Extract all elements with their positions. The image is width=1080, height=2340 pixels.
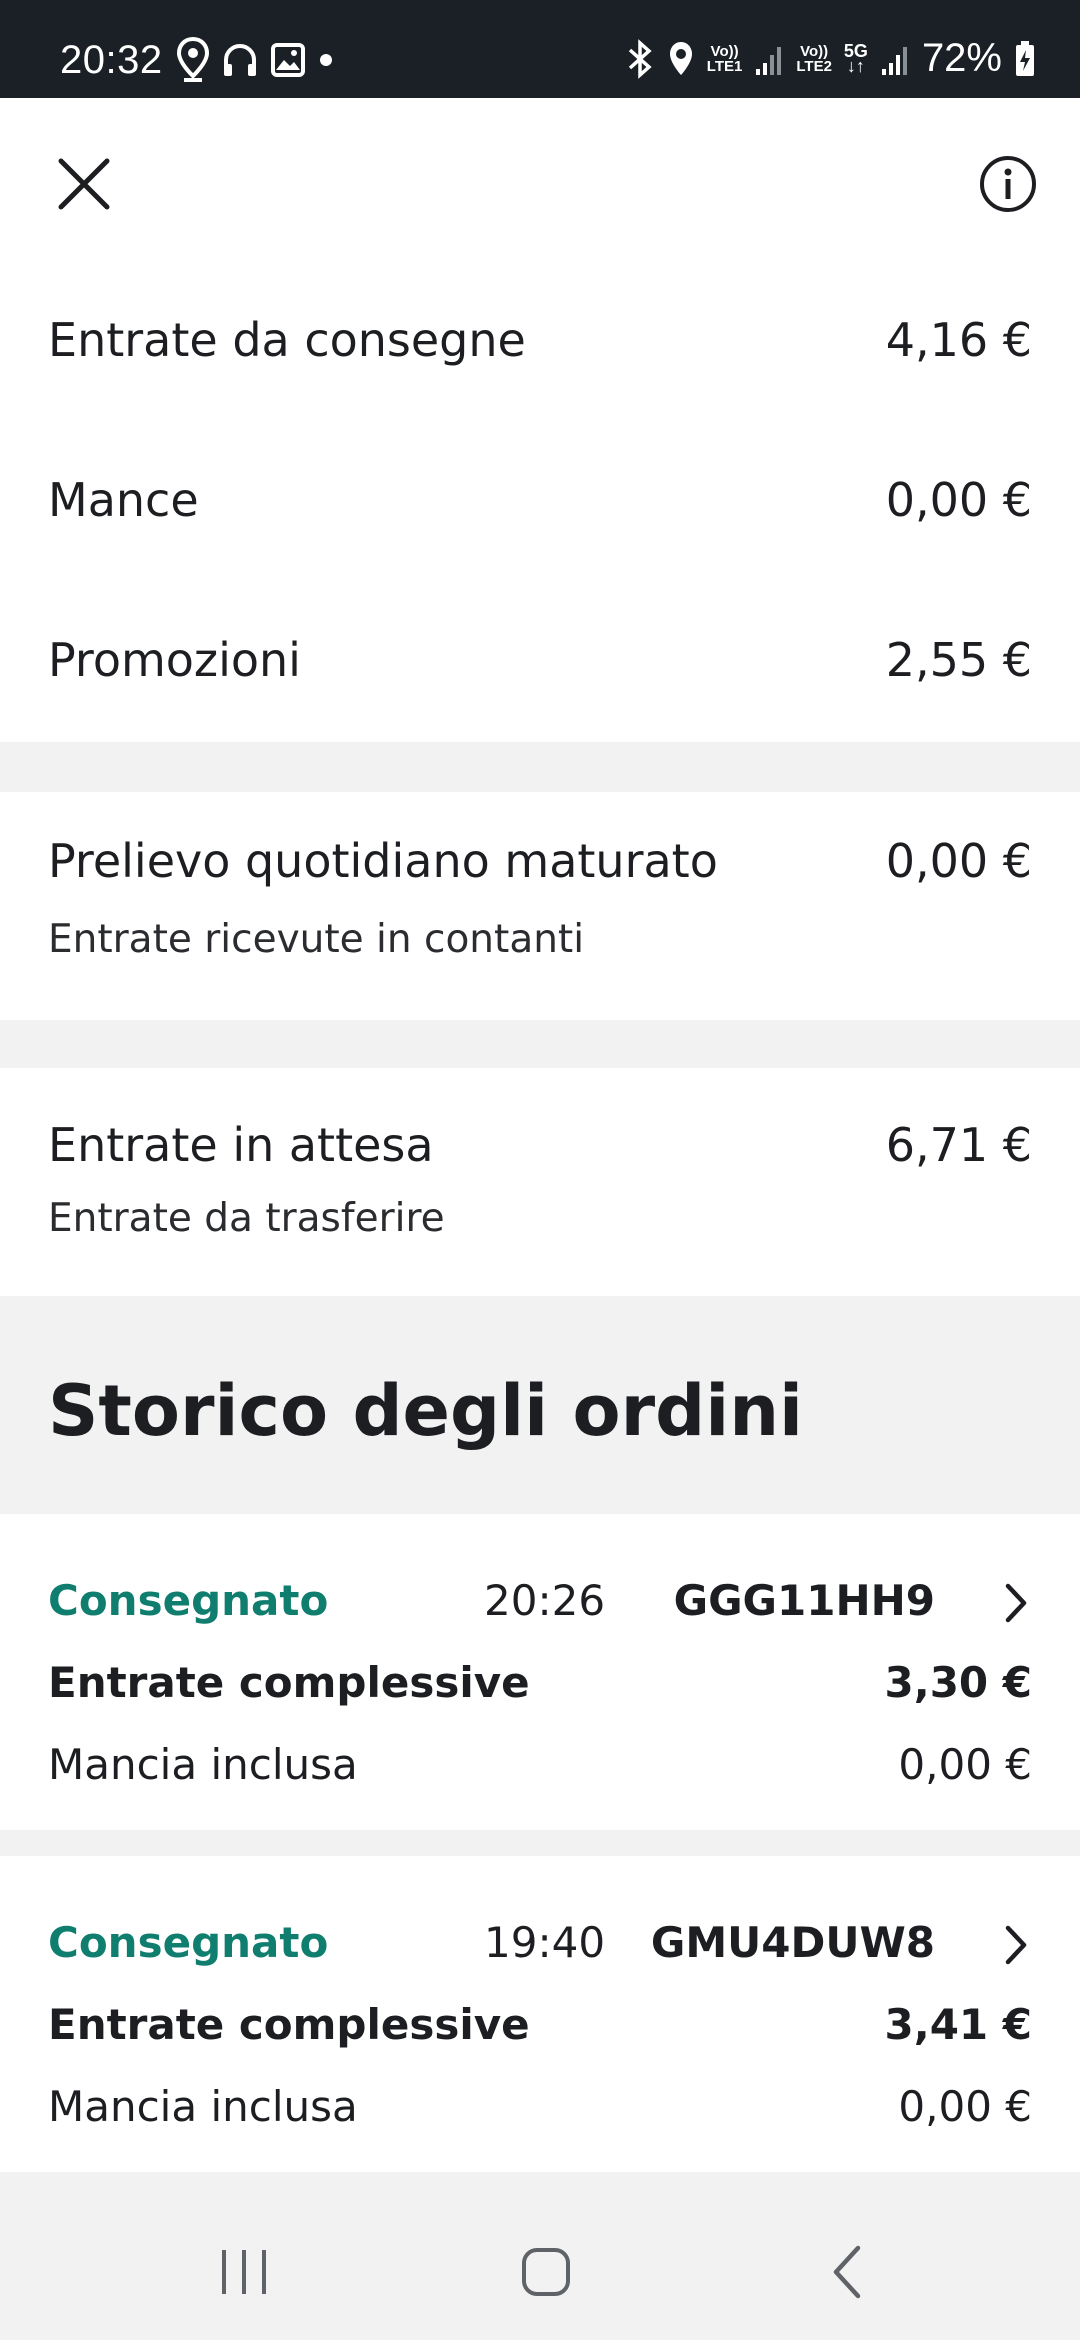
sim2-label: Vo)) LTE2 [796,42,832,75]
pending-earnings-card: Entrate in attesa 6,71 € Entrate da tras… [0,1068,1080,1296]
order-status: Consegnato [48,1576,329,1625]
order-total-label: Entrate complessive [48,1658,530,1707]
order-total-value: 3,41 € [884,2000,1032,2049]
order-time: 19:40 [484,1918,606,1967]
pending-earnings-label: Entrate in attesa [48,1118,434,1172]
home-button[interactable] [506,2232,586,2312]
header [0,98,1080,268]
chevron-right-icon [1005,1925,1027,1965]
pending-earnings-subtitle: Entrate da trasferire [48,1196,445,1241]
info-icon [980,156,1036,212]
summary-row-deliveries: Entrate da consegne 4,16 € [48,313,1032,367]
recent-apps-icon [222,2250,266,2294]
bluetooth-icon [628,38,652,79]
info-button[interactable] [970,146,1046,222]
location-icon [669,41,692,75]
home-icon [522,2248,570,2296]
close-icon [58,158,110,210]
status-bar: 20:32 Vo)) LTE1 Vo)) LTE2 5G ↓↑ 72% [0,0,1080,98]
recent-apps-button[interactable] [204,2232,284,2312]
chevron-right-icon [1005,1583,1027,1623]
battery-charging-icon [1016,40,1034,76]
order-tip-value: 0,00 € [898,2082,1032,2131]
signal-icon [881,46,907,75]
summary-label: Mance [48,473,199,527]
daily-withdrawal-card: Prelievo quotidiano maturato 0,00 € Entr… [0,792,1080,1020]
network-label: 5G ↓↑ [843,40,868,76]
order-history-title: Storico degli ordini [48,1370,804,1452]
headphones-icon [224,44,256,76]
back-button[interactable] [808,2232,888,2312]
order-code: GGG11HH9 [673,1576,935,1625]
summary-value: 2,55 € [885,633,1032,687]
system-navigation-bar [0,2196,1080,2340]
order-total-value: 3,30 € [884,1658,1032,1707]
order-card[interactable]: Consegnato 20:26 GGG11HH9 Entrate comple… [0,1514,1080,1830]
summary-label: Promozioni [48,633,301,687]
location-pin-icon [176,36,210,82]
sim1-label: Vo)) LTE1 [706,42,743,75]
order-tip-label: Mancia inclusa [48,2082,358,2131]
signal-icon [756,46,782,75]
order-total-label: Entrate complessive [48,2000,530,2049]
order-time: 20:26 [484,1576,606,1625]
summary-row-tips: Mance 0,00 € [48,473,1032,527]
order-tip-label: Mancia inclusa [48,1740,358,1789]
status-time: 20:32 [60,38,163,82]
order-card[interactable]: Consegnato 19:40 GMU4DUW8 Entrate comple… [0,1856,1080,2172]
summary-row-promotions: Promozioni 2,55 € [48,633,1032,687]
back-icon [833,2245,861,2299]
daily-withdrawal-value: 0,00 € [885,834,1032,888]
close-button[interactable] [46,146,122,222]
battery-percent: 72% [921,36,1002,80]
summary-value: 4,16 € [885,313,1032,367]
gallery-icon [271,43,305,77]
summary-value: 0,00 € [885,473,1032,527]
order-code: GMU4DUW8 [650,1918,935,1967]
daily-withdrawal-subtitle: Entrate ricevute in contanti [48,917,585,962]
daily-withdrawal-label: Prelievo quotidiano maturato [48,834,718,888]
summary-label: Entrate da consegne [48,313,526,367]
order-tip-value: 0,00 € [898,1740,1032,1789]
notification-dot-icon [320,54,332,66]
earnings-summary-card: Entrate da consegne 4,16 € Mance 0,00 € … [0,268,1080,742]
pending-earnings-value: 6,71 € [885,1118,1032,1172]
order-status: Consegnato [48,1918,329,1967]
